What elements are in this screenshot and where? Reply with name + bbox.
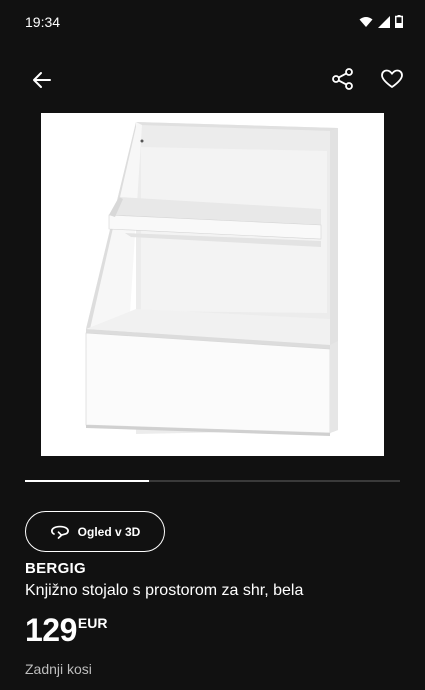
share-button[interactable] <box>330 66 356 92</box>
status-bar: 19:34 <box>0 0 425 48</box>
product-image[interactable] <box>41 113 384 456</box>
price-value: 129 <box>25 612 77 648</box>
heart-icon <box>381 69 403 88</box>
product-description: Knjižno stojalo s prostorom za shr, bela <box>25 582 304 599</box>
app-bar <box>0 56 425 104</box>
view-3d-button[interactable]: Ogled v 3D <box>25 511 165 552</box>
product-name: BERGIG <box>25 560 86 577</box>
price-currency: EUR <box>77 615 108 631</box>
stock-label: Zadnji kosi <box>25 661 92 677</box>
arrow-left-icon <box>33 72 51 88</box>
carousel-progress <box>25 480 149 482</box>
product-price: 129 EUR <box>25 612 107 648</box>
back-button[interactable] <box>28 66 56 94</box>
image-carousel-indicator <box>25 480 400 482</box>
status-time: 19:34 <box>25 14 61 30</box>
favorite-button[interactable] <box>379 66 405 92</box>
share-icon <box>332 68 353 90</box>
bookcase-illustration <box>85 122 338 436</box>
view-3d-label: Ogled v 3D <box>77 524 141 539</box>
battery-icon <box>395 15 403 28</box>
rotate-3d-icon <box>50 525 69 539</box>
signal-icon <box>378 15 390 28</box>
wifi-icon <box>359 16 373 27</box>
status-icons <box>359 15 403 28</box>
